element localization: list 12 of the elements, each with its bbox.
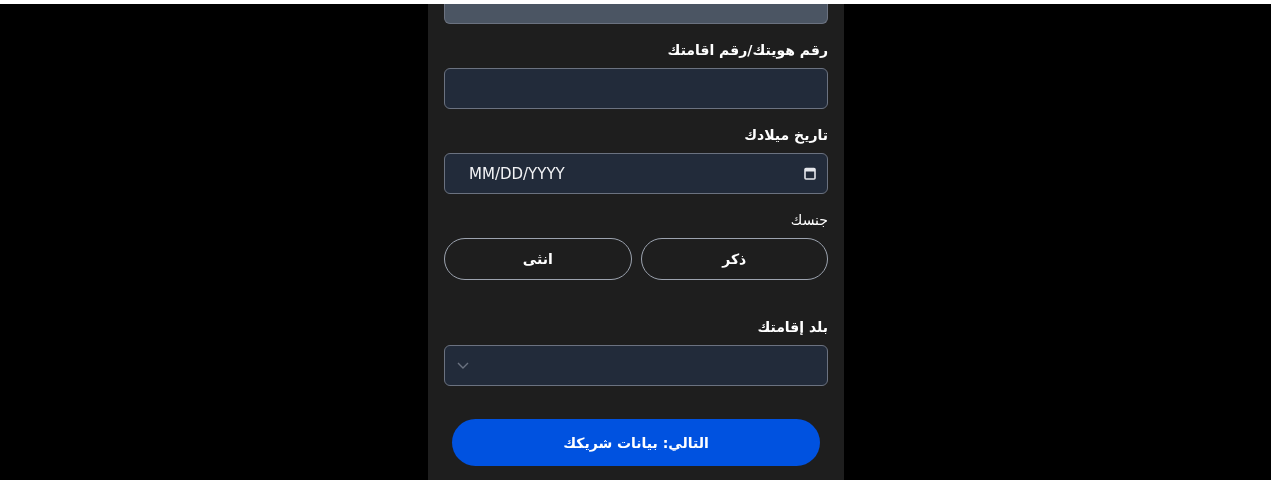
field-label: بلد إقامتك [757, 318, 828, 337]
field-label: رقم هويتك/رقم اقامتك [667, 41, 828, 60]
date-field[interactable]: MM/DD/YYYY [444, 153, 828, 194]
chevron-down-icon [457, 362, 469, 369]
gender-option-button[interactable]: انثى [444, 238, 632, 280]
field-label: جنسك [790, 211, 828, 230]
next-button[interactable]: التالي: بيانات شريكك [452, 419, 820, 466]
gender-option-button[interactable]: ذكر [640, 238, 828, 280]
calendar-icon[interactable] [804, 167, 816, 180]
dropdown-field[interactable] [444, 345, 828, 386]
input-field[interactable] [444, 68, 828, 109]
field-label: تاريخ ميلادك [744, 126, 828, 145]
